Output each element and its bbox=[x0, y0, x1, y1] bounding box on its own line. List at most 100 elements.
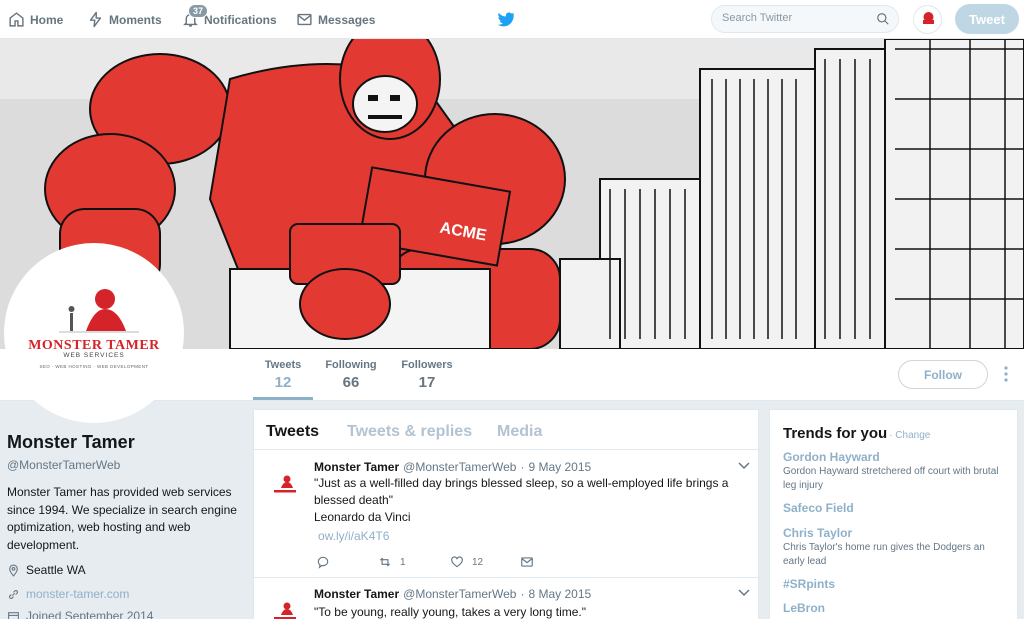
tweet-button[interactable]: Tweet bbox=[955, 4, 1019, 34]
stat-following[interactable]: Following 66 bbox=[322, 359, 380, 391]
trend-item[interactable]: #SRpints bbox=[783, 577, 1008, 591]
more-options-icon[interactable] bbox=[1001, 365, 1011, 383]
profile-name[interactable]: Monster Tamer bbox=[7, 432, 135, 453]
tweet-item[interactable]: Monster Tamer @MonsterTamerWeb · 9 May 2015… bbox=[254, 451, 760, 578]
nav-home-label: Home bbox=[30, 12, 64, 27]
tweet-avatar-logo bbox=[274, 475, 296, 493]
trend-item[interactable]: Gordon Hayward Gordon Hayward stretchere… bbox=[783, 450, 1008, 493]
twitter-bird-icon[interactable] bbox=[497, 10, 515, 28]
chevron-down-icon[interactable] bbox=[738, 462, 750, 470]
logo-subtitle: WEB SERVICES bbox=[63, 352, 125, 359]
tweet-separator: · bbox=[520, 587, 525, 601]
logo-tagline: SEO · WEB HOSTING · WEB DEVELOPMENT bbox=[39, 364, 149, 369]
message-action[interactable] bbox=[520, 555, 542, 569]
tweet-link[interactable]: ow.ly/i/aK4T6 bbox=[318, 529, 389, 543]
tweet-date[interactable]: 9 May 2015 bbox=[528, 460, 591, 474]
nav-notifications[interactable]: 37 Notifications bbox=[182, 0, 277, 39]
profile-joined-text: Joined September 2014 bbox=[26, 609, 154, 619]
profile-joined: Joined September 2014 bbox=[7, 609, 153, 619]
reply-icon bbox=[317, 556, 329, 569]
search-icon[interactable] bbox=[876, 12, 890, 26]
stat-tweets[interactable]: Tweets 12 bbox=[256, 359, 310, 391]
trend-item[interactable]: LeBron bbox=[783, 601, 1008, 615]
trend-description: Gordon Hayward stretchered off court wit… bbox=[783, 466, 999, 491]
tweet-author-handle[interactable]: @MonsterTamerWeb bbox=[403, 460, 516, 474]
profile-location: Seattle WA bbox=[7, 563, 86, 577]
tweet-text: "To be young, really young, takes a very… bbox=[314, 605, 586, 619]
trends-change-link[interactable]: · Change bbox=[889, 430, 930, 441]
profile-website-link[interactable]: monster-tamer.com bbox=[26, 587, 129, 601]
tweet-separator: · bbox=[520, 460, 525, 474]
tab-tweets-replies[interactable]: Tweets & replies bbox=[347, 423, 472, 441]
monster-tamer-logo bbox=[59, 289, 139, 333]
tweet-author-name[interactable]: Monster Tamer bbox=[314, 460, 399, 474]
reply-action[interactable] bbox=[316, 555, 378, 569]
search-input[interactable] bbox=[722, 12, 872, 24]
trend-name[interactable]: Chris Taylor bbox=[783, 526, 1008, 540]
profile-avatar[interactable]: MONSTER TAMER WEB SERVICES SEO · WEB HOS… bbox=[4, 243, 184, 423]
stat-tweets-value: 12 bbox=[274, 374, 292, 391]
tweet-text: "Just as a well-filled day brings blesse… bbox=[314, 476, 729, 507]
profile-handle[interactable]: @MonsterTamerWeb bbox=[7, 458, 120, 472]
tweet-avatar-logo bbox=[274, 602, 296, 619]
search-box[interactable] bbox=[711, 5, 899, 33]
nav-messages[interactable]: Messages bbox=[296, 0, 375, 39]
tweet-header: Monster Tamer @MonsterTamerWeb · 9 May 2015 bbox=[314, 460, 591, 474]
tweet-item[interactable]: Monster Tamer @MonsterTamerWeb · 8 May 2015… bbox=[254, 578, 760, 619]
timeline-tabs: Tweets Tweets & replies Media bbox=[254, 410, 760, 450]
location-pin-icon bbox=[9, 564, 18, 577]
trend-name[interactable]: Safeco Field bbox=[783, 501, 1008, 515]
envelope-icon bbox=[521, 557, 533, 567]
profile-website[interactable]: monster-tamer.com bbox=[7, 587, 129, 601]
tweet-avatar[interactable] bbox=[264, 590, 306, 619]
active-tab-underline bbox=[253, 397, 313, 400]
tweet-avatar[interactable] bbox=[264, 463, 306, 505]
trend-item[interactable]: Safeco Field bbox=[783, 501, 1008, 515]
envelope-icon bbox=[297, 13, 312, 26]
tweet-actions: 1 12 bbox=[316, 555, 542, 569]
trend-name[interactable]: #SRpints bbox=[783, 577, 1008, 591]
trends-panel: Trends for you · Change Gordon Hayward Go… bbox=[769, 409, 1018, 619]
nav-moments[interactable]: Moments bbox=[87, 0, 162, 39]
heart-icon bbox=[451, 556, 463, 568]
trends-title-text: Trends for you bbox=[783, 425, 888, 442]
trend-description: Chris Taylor's home run gives the Dodger… bbox=[783, 542, 985, 567]
nav-messages-label: Messages bbox=[318, 12, 376, 27]
tweet-text-attribution: Leonardo da Vinci bbox=[314, 510, 411, 524]
nav-notifications-label: Notifications bbox=[204, 12, 277, 27]
home-icon bbox=[9, 12, 24, 27]
trend-name[interactable]: LeBron bbox=[783, 601, 1008, 615]
profile-location-text: Seattle WA bbox=[26, 563, 86, 577]
retweet-action[interactable]: 1 bbox=[378, 555, 450, 569]
tweet-header: Monster Tamer @MonsterTamerWeb · 8 May 2015 bbox=[314, 587, 591, 601]
tweet-author-handle[interactable]: @MonsterTamerWeb bbox=[403, 587, 516, 601]
link-icon bbox=[9, 589, 18, 599]
stat-tweets-label: Tweets bbox=[264, 359, 302, 371]
tab-tweets[interactable]: Tweets bbox=[266, 423, 319, 441]
tweet-date[interactable]: 8 May 2015 bbox=[528, 587, 591, 601]
stat-followers-label: Followers bbox=[401, 359, 453, 371]
lightning-icon bbox=[89, 11, 102, 28]
profile-bio: Monster Tamer has provided web services … bbox=[7, 485, 237, 552]
top-nav: Home Moments 37 Notifications Messages T… bbox=[0, 0, 1024, 39]
retweet-count: 1 bbox=[400, 556, 406, 568]
stat-following-label: Following bbox=[325, 359, 377, 371]
nav-home[interactable]: Home bbox=[8, 0, 63, 39]
nav-moments-label: Moments bbox=[109, 12, 162, 27]
account-avatar-logo bbox=[923, 12, 934, 24]
retweet-icon bbox=[379, 557, 391, 567]
trend-item[interactable]: Chris Taylor Chris Taylor's home run giv… bbox=[783, 526, 1008, 569]
stat-followers[interactable]: Followers 17 bbox=[398, 359, 456, 391]
chevron-down-icon[interactable] bbox=[738, 589, 750, 597]
notifications-badge: 37 bbox=[188, 4, 209, 18]
tweet-author-name[interactable]: Monster Tamer bbox=[314, 587, 399, 601]
timeline: Tweets Tweets & replies Media Monster Ta… bbox=[253, 409, 760, 619]
like-count: 12 bbox=[472, 556, 484, 568]
stat-following-value: 66 bbox=[342, 374, 360, 391]
account-avatar[interactable] bbox=[913, 5, 942, 34]
follow-button[interactable]: Follow bbox=[898, 360, 988, 389]
like-action[interactable]: 12 bbox=[450, 555, 520, 569]
tab-media[interactable]: Media bbox=[497, 423, 542, 441]
trend-name[interactable]: Gordon Hayward bbox=[783, 450, 1008, 464]
trends-title: Trends for you · Change bbox=[783, 425, 930, 442]
